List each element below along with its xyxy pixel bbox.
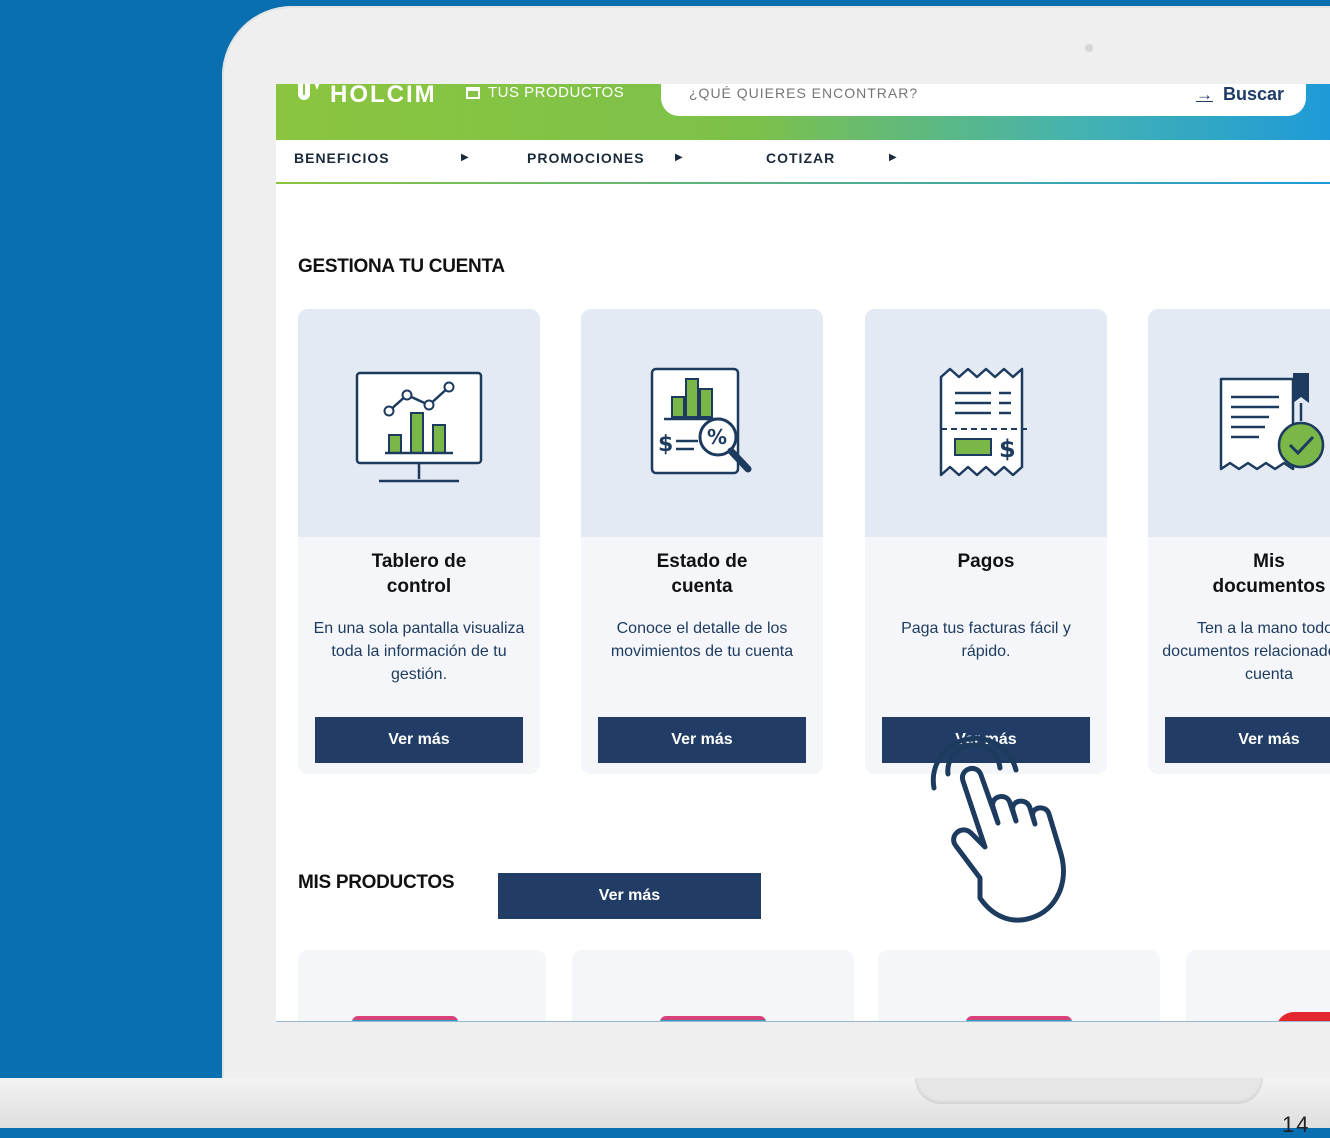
product-image — [660, 1016, 766, 1021]
pointing-hand-icon — [930, 735, 1066, 923]
card-image-area: $ — [865, 309, 1107, 537]
receipt-payment-icon: $ — [939, 367, 1031, 477]
card-image-area — [1148, 309, 1330, 537]
main-nav: BENEFICIOS ▶ PROMOCIONES ▶ COTIZAR ▶ — [276, 140, 1330, 184]
section-title-mis-productos: MIS PRODUCTOS — [298, 872, 455, 893]
products-link-label: TUS PRODUCTOS — [488, 84, 625, 101]
product-card[interactable] — [878, 950, 1160, 1021]
card-description: Paga tus facturas fácil y rápido. — [901, 620, 1071, 660]
search-button[interactable]: → Buscar — [1196, 84, 1284, 105]
ver-mas-button[interactable]: Ver más — [315, 717, 523, 763]
search-button-label: Buscar — [1222, 84, 1284, 104]
card-title: Estado de cuenta — [581, 549, 823, 599]
product-card[interactable] — [572, 950, 854, 1021]
card-title-line2: cuenta — [671, 576, 733, 597]
dashboard-chart-icon — [355, 371, 483, 483]
section-title-gestiona: GESTIONA TU CUENTA — [298, 256, 505, 277]
product-card[interactable] — [1186, 950, 1330, 1021]
holcim-logo-icon — [294, 84, 324, 109]
svg-text:%: % — [707, 425, 727, 449]
card-title-line2: control — [386, 576, 452, 597]
account-statement-icon: $ % — [650, 367, 752, 475]
card-title: Tablero de control — [298, 549, 540, 599]
product-card[interactable] — [298, 950, 546, 1021]
ver-mas-button[interactable]: Ver más — [598, 717, 806, 763]
tus-productos-link[interactable]: TUS PRODUCTOS — [466, 84, 624, 101]
svg-text:$: $ — [999, 435, 1016, 463]
camera-dot — [1085, 44, 1093, 52]
nav-item-cotizar[interactable]: COTIZAR — [766, 150, 835, 166]
nav-item-promociones[interactable]: PROMOCIONES — [527, 150, 645, 166]
product-image — [1276, 1012, 1330, 1021]
products-grid-icon — [466, 86, 480, 99]
card-title: Mis documentos — [1148, 549, 1330, 599]
logo-text: HOLCIM — [330, 84, 437, 108]
browser-screen: HOLCIM TUS PRODUCTOS → Buscar BENEFICIOS… — [276, 84, 1330, 1022]
card-description: Conoce el detalle de los movimientos de … — [610, 620, 794, 660]
ver-mas-productos-button[interactable]: Ver más — [498, 873, 761, 919]
product-image — [352, 1016, 458, 1021]
card-title-line1: Estado de — [656, 551, 748, 572]
svg-text:$: $ — [658, 432, 673, 457]
card-image-area: $ % — [581, 309, 823, 537]
laptop-notch — [915, 1078, 1263, 1104]
card-image-area — [298, 309, 540, 537]
card-tablero: Tablero de control En una sola pantalla … — [298, 309, 540, 774]
ver-mas-button[interactable]: Ver más — [1165, 717, 1330, 763]
card-title-line2: Pagos — [957, 551, 1015, 572]
product-image — [966, 1016, 1072, 1021]
top-header: HOLCIM TUS PRODUCTOS → Buscar — [276, 84, 1330, 140]
card-title-line1: Mis — [1253, 551, 1285, 572]
card-description: Ten a la mano todos documentos relaciona… — [1162, 620, 1330, 683]
caret-right-icon[interactable]: ▶ — [889, 152, 897, 163]
page-number: 14 — [1282, 1112, 1311, 1137]
card-title-line1: Tablero de — [371, 551, 467, 572]
caret-right-icon[interactable]: ▶ — [675, 152, 683, 163]
card-title-line2: documentos — [1212, 576, 1326, 597]
search-input[interactable] — [687, 84, 1131, 102]
search-box: → Buscar — [661, 84, 1306, 116]
caret-right-icon[interactable]: ▶ — [461, 152, 469, 163]
card-pagos: $ Pagos Paga tus facturas fácil y rápido… — [865, 309, 1107, 774]
card-estado-cuenta: $ % Estado de cuenta Conoce el detalle d… — [581, 309, 823, 774]
arrow-right-icon: → — [1195, 84, 1213, 104]
holcim-logo[interactable]: HOLCIM — [294, 84, 437, 109]
documents-check-icon — [1219, 373, 1325, 471]
nav-item-beneficios[interactable]: BENEFICIOS — [294, 150, 390, 166]
card-title: Pagos — [865, 549, 1107, 574]
card-description: En una sola pantalla visualiza toda la i… — [313, 620, 525, 683]
card-mis-documentos: Mis documentos Ten a la mano todos docum… — [1148, 309, 1330, 774]
